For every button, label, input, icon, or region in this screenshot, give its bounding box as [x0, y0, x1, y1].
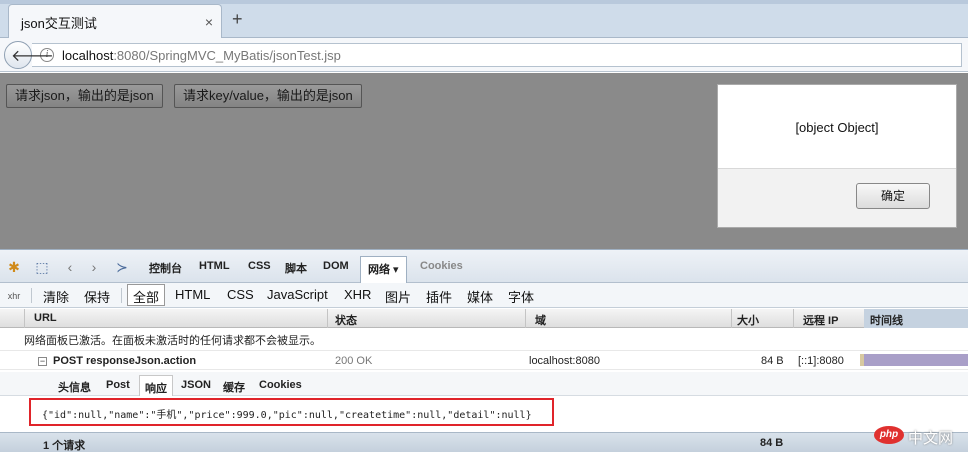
tab-html[interactable]: HTML: [199, 260, 230, 272]
tab-dom[interactable]: DOM: [323, 260, 349, 272]
filter-all[interactable]: 全部: [127, 284, 166, 306]
tab-console[interactable]: 控制台: [149, 260, 182, 276]
command-line-icon[interactable]: ≻: [114, 259, 130, 275]
page-content: 请求json，输出的是json 请求key/value，输出的是json [ob…: [0, 73, 968, 249]
firebug-toolbar: ✱ ⬚ ‹ › ≻ 控制台 HTML CSS 脚本 DOM 网络 ▾ Cooki…: [0, 249, 968, 284]
collapse-icon[interactable]: −: [38, 357, 47, 366]
column-size[interactable]: 大小: [737, 312, 759, 328]
site-watermark: php 中文网: [874, 424, 964, 448]
alert-ok-button[interactable]: 确定: [856, 183, 930, 209]
filter-html[interactable]: HTML: [175, 287, 210, 302]
back-arrow-icon: 🡐: [11, 48, 54, 65]
subtab-json[interactable]: JSON: [181, 379, 211, 391]
alert-dialog: [object Object] 确定: [717, 84, 957, 228]
clear-button[interactable]: 清除: [43, 287, 69, 306]
subtab-response[interactable]: 响应: [139, 375, 173, 396]
column-separator: [525, 309, 526, 328]
summary-request-count: 1 个请求: [43, 440, 86, 452]
close-tab-icon[interactable]: ×: [205, 14, 213, 30]
tab-css[interactable]: CSS: [248, 260, 271, 272]
browser-tab[interactable]: json交互测试 ×: [8, 4, 222, 38]
request-remote-ip: [::1]:8080: [798, 355, 844, 367]
request-domain: localhost:8080: [529, 355, 600, 367]
chevron-right-icon[interactable]: ›: [86, 259, 102, 275]
request-row[interactable]: − POST responseJson.action 200 OK localh…: [0, 350, 968, 370]
tab-script[interactable]: 脚本: [285, 260, 307, 276]
subtab-cache[interactable]: 缓存: [223, 379, 245, 395]
inspect-element-icon[interactable]: ⬚: [34, 259, 50, 275]
filter-separator: [31, 288, 32, 303]
filter-xhr[interactable]: XHR: [344, 287, 371, 302]
column-separator: [24, 309, 25, 328]
url-path: :8080/SpringMVC_MyBatis/jsonTest.jsp: [113, 48, 341, 63]
browser-tab-bar: json交互测试 × +: [0, 0, 968, 38]
request-detail-tabs: 头信息 Post 响应 JSON 缓存 Cookies: [0, 372, 968, 396]
column-url[interactable]: URL: [34, 312, 57, 324]
column-status[interactable]: 状态: [335, 312, 357, 328]
firebug-bug-icon[interactable]: ✱: [6, 259, 22, 275]
column-remote-ip[interactable]: 远程 IP: [803, 312, 838, 328]
persist-button[interactable]: 保持: [84, 287, 110, 306]
request-key-value-button[interactable]: 请求key/value，输出的是json: [174, 84, 362, 108]
url-field[interactable]: i localhost:8080/SpringMVC_MyBatis/jsonT…: [32, 43, 962, 67]
url-text: localhost:8080/SpringMVC_MyBatis/jsonTes…: [62, 48, 341, 63]
filter-css[interactable]: CSS: [227, 287, 254, 302]
subtab-cookies[interactable]: Cookies: [259, 379, 302, 391]
alert-message: [object Object]: [795, 120, 879, 135]
summary-total-size: 84 B: [760, 437, 784, 449]
net-filter-bar: xhr 清除 保持 全部 HTML CSS JavaScript XHR 图片 …: [0, 283, 968, 308]
highlight-annotation-box: [29, 398, 554, 426]
watermark-text: 中文网: [908, 430, 954, 447]
column-timeline[interactable]: 时间线: [870, 312, 903, 328]
net-summary-bar: 1 个请求 84 B: [0, 432, 968, 452]
new-tab-icon[interactable]: +: [232, 9, 243, 30]
net-panel-notice: 网络面板已激活。在面板未激活时的任何请求都不会被显示。: [24, 335, 321, 347]
subtab-post[interactable]: Post: [106, 379, 130, 391]
column-separator: [793, 309, 794, 328]
request-name[interactable]: POST responseJson.action: [53, 355, 196, 367]
filter-javascript[interactable]: JavaScript: [267, 287, 328, 302]
filter-media[interactable]: 媒体: [467, 287, 493, 306]
filter-images[interactable]: 图片: [385, 287, 411, 306]
column-domain[interactable]: 域: [535, 312, 546, 328]
watermark-logo: php: [874, 426, 904, 444]
chevron-left-icon[interactable]: ‹: [62, 259, 78, 275]
filter-fonts[interactable]: 字体: [508, 287, 534, 306]
column-separator: [327, 309, 328, 328]
tab-cookies[interactable]: Cookies: [420, 260, 463, 272]
filter-plugins[interactable]: 插件: [426, 287, 452, 306]
navigation-bar: i localhost:8080/SpringMVC_MyBatis/jsonT…: [0, 38, 968, 72]
subtab-headers[interactable]: 头信息: [58, 379, 91, 395]
tab-title: json交互测试: [21, 16, 97, 31]
request-json-button[interactable]: 请求json，输出的是json: [6, 84, 163, 108]
request-size: 84 B: [761, 355, 784, 367]
url-host: localhost: [62, 48, 114, 63]
xhr-icon: xhr: [7, 291, 21, 301]
net-column-headers: URL 状态 域 大小 远程 IP 时间线: [0, 309, 968, 328]
back-button[interactable]: 🡐: [4, 41, 54, 69]
column-separator: [731, 309, 732, 328]
filter-separator: [121, 288, 122, 303]
request-timeline-bar: [860, 354, 968, 366]
request-status: 200 OK: [335, 355, 373, 367]
tab-network[interactable]: 网络 ▾: [360, 256, 407, 284]
